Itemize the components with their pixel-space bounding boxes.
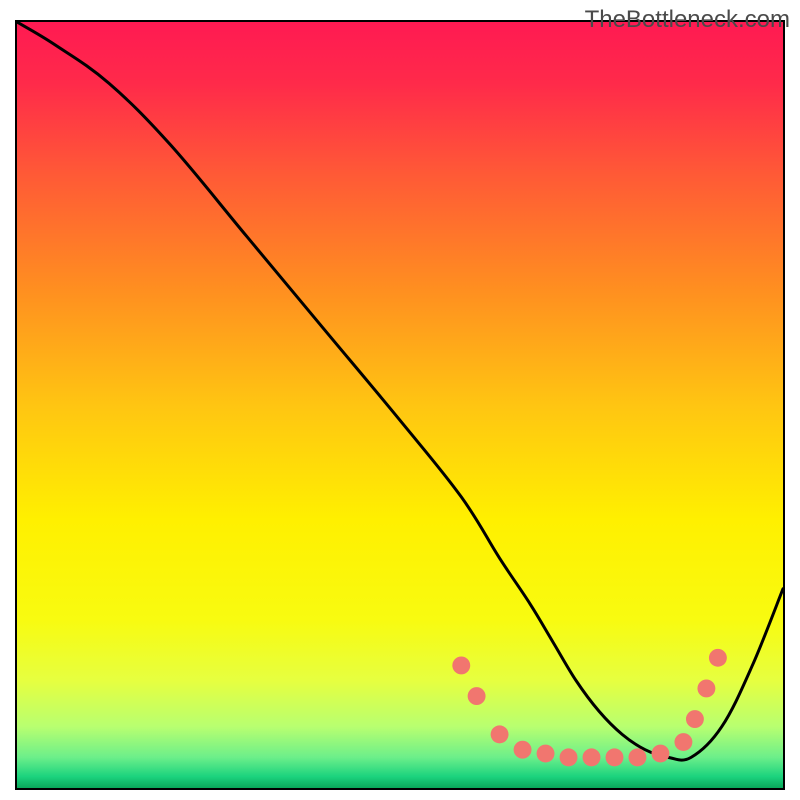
bottleneck-curve — [17, 22, 783, 760]
highlight-dot — [709, 649, 727, 667]
highlight-dot — [686, 710, 704, 728]
chart-container: TheBottleneck.com — [0, 0, 800, 800]
highlight-dot — [452, 656, 470, 674]
highlight-dot — [697, 679, 715, 697]
highlight-dot — [674, 733, 692, 751]
watermark-text: TheBottleneck.com — [585, 6, 790, 34]
chart-overlay — [17, 22, 783, 788]
highlight-dot — [537, 745, 555, 763]
plot-frame — [15, 20, 785, 790]
highlight-dot — [651, 745, 669, 763]
highlight-dot — [560, 748, 578, 766]
highlight-dot — [583, 748, 601, 766]
highlight-dot — [629, 748, 647, 766]
highlight-dot — [491, 725, 509, 743]
highlight-dot — [606, 748, 624, 766]
highlight-dots — [452, 649, 727, 766]
highlight-dot — [514, 741, 532, 759]
highlight-dot — [468, 687, 486, 705]
